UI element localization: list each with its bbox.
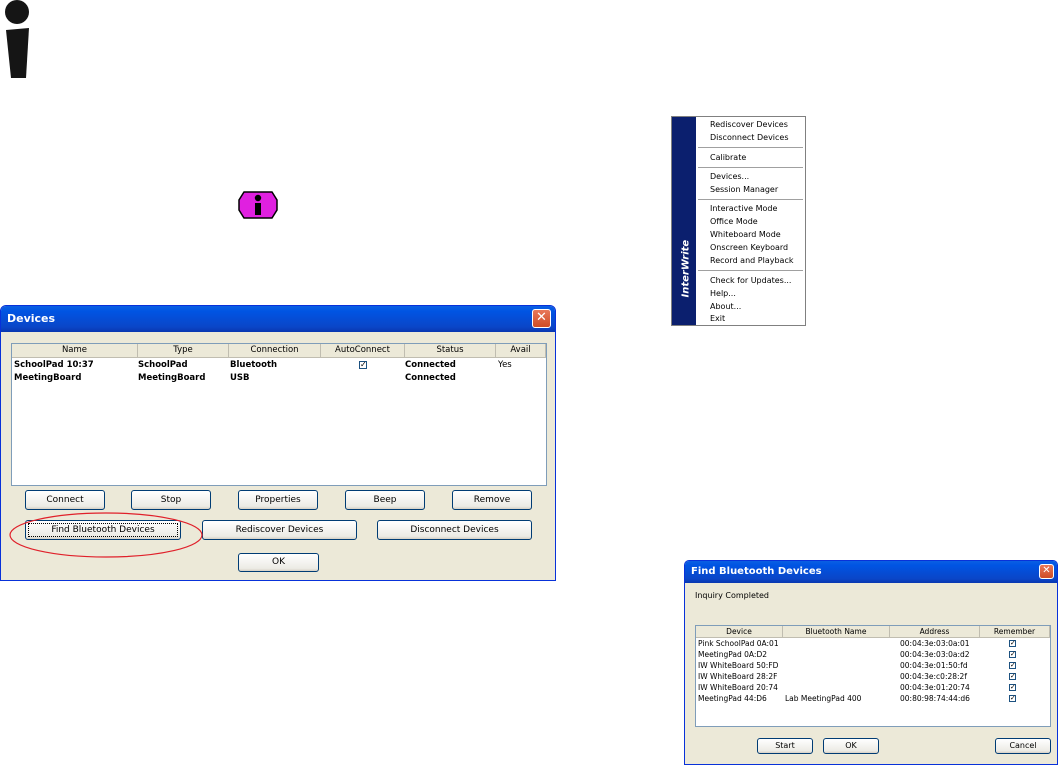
cancel-button[interactable]: Cancel [995, 738, 1051, 754]
menu-separator [698, 199, 803, 200]
inquiry-status: Inquiry Completed [695, 591, 769, 600]
info-badge-icon [238, 191, 278, 219]
remember-checkbox[interactable]: ✓ [1009, 673, 1016, 680]
menu-separator [698, 147, 803, 148]
menu-item-calibrate[interactable]: Calibrate [710, 153, 746, 162]
remove-button[interactable]: Remove [452, 490, 532, 510]
remember-checkbox[interactable]: ✓ [1009, 684, 1016, 691]
bt-address: 00:04:3e:01:20:74 [900, 683, 970, 692]
bluetooth-title: Find Bluetooth Devices [691, 566, 822, 577]
stop-button[interactable]: Stop [131, 490, 211, 510]
menu-brand-band: InterWrite [672, 117, 696, 325]
bt-name: Lab MeetingPad 400 [785, 694, 862, 703]
bt-address: 00:04:3e:03:0a:01 [900, 639, 970, 648]
remember-checkbox[interactable]: ✓ [1009, 662, 1016, 669]
highlight-ellipse [9, 512, 203, 558]
menu-item-session-manager[interactable]: Session Manager [710, 185, 778, 194]
bt-device: IW WhiteBoard 50:FD [698, 661, 779, 670]
column-header-avail[interactable]: Avail [496, 344, 546, 358]
bt-device: IW WhiteBoard 20:74 [698, 683, 778, 692]
bt-address: 00:80:98:74:44:d6 [900, 694, 970, 703]
device-name: MeetingBoard [14, 373, 82, 383]
menu-separator [698, 167, 803, 168]
bluetooth-title-bar[interactable]: Find Bluetooth Devices ✕ [685, 561, 1057, 583]
column-header-address[interactable]: Address [890, 626, 980, 638]
device-status: Connected [405, 373, 456, 383]
bt-device: Pink SchoolPad 0A:01 [698, 639, 779, 648]
menu-item-office-mode[interactable]: Office Mode [710, 217, 758, 226]
remember-checkbox[interactable]: ✓ [1009, 695, 1016, 702]
info-person-icon [5, 0, 29, 78]
beep-button[interactable]: Beep [345, 490, 425, 510]
menu-item-devices[interactable]: Devices... [710, 172, 749, 181]
column-header-remember[interactable]: Remember [980, 626, 1050, 638]
bluetooth-device-list[interactable]: Device Bluetooth Name Address Remember P… [695, 625, 1051, 727]
menu-item-whiteboard-mode[interactable]: Whiteboard Mode [710, 230, 781, 239]
menu-item-rediscover-devices[interactable]: Rediscover Devices [710, 120, 788, 129]
device-type: SchoolPad [138, 360, 188, 370]
properties-button[interactable]: Properties [238, 490, 318, 510]
bt-device: IW WhiteBoard 28:2F [698, 672, 778, 681]
device-status: Connected [405, 360, 456, 370]
close-icon[interactable]: ✕ [532, 309, 551, 328]
bt-device: MeetingPad 44:D6 [698, 694, 767, 703]
menu-item-check-for-updates[interactable]: Check for Updates... [710, 276, 791, 285]
close-icon[interactable]: ✕ [1039, 564, 1054, 579]
device-connection: Bluetooth [230, 360, 278, 370]
device-connection: USB [230, 373, 250, 383]
menu-item-interactive-mode[interactable]: Interactive Mode [710, 204, 777, 213]
bt-address: 00:04:3e:01:50:fd [900, 661, 968, 670]
bt-device: MeetingPad 0A:D2 [698, 650, 768, 659]
menu-item-about[interactable]: About... [710, 302, 741, 311]
ok-button[interactable]: OK [823, 738, 879, 754]
bt-address: 00:04:3e:03:0a:d2 [900, 650, 970, 659]
start-button[interactable]: Start [757, 738, 813, 754]
ok-button[interactable]: OK [238, 553, 319, 572]
rediscover-devices-button[interactable]: Rediscover Devices [202, 520, 357, 540]
connect-button[interactable]: Connect [25, 490, 105, 510]
column-header-bluetooth-name[interactable]: Bluetooth Name [783, 626, 890, 638]
column-header-type[interactable]: Type [138, 344, 229, 358]
menu-brand-label: InterWrite [680, 239, 692, 298]
device-type: MeetingBoard [138, 373, 206, 383]
autoconnect-checkbox[interactable]: ✓ [359, 361, 367, 369]
menu-item-disconnect-devices[interactable]: Disconnect Devices [710, 133, 789, 142]
column-header-device[interactable]: Device [696, 626, 783, 638]
menu-item-exit[interactable]: Exit [710, 314, 725, 323]
menu-item-onscreen-keyboard[interactable]: Onscreen Keyboard [710, 243, 788, 252]
interwrite-context-menu: InterWrite Rediscover Devices Disconnect… [671, 116, 806, 326]
menu-item-help[interactable]: Help... [710, 289, 736, 298]
device-name: SchoolPad 10:37 [14, 360, 94, 370]
devices-list[interactable]: Name Type Connection AutoConnect Status … [11, 343, 547, 486]
menu-item-record-and-playback[interactable]: Record and Playback [710, 256, 793, 265]
device-avail: Yes [498, 360, 512, 370]
devices-title-bar[interactable]: Devices ✕ [1, 306, 555, 332]
bt-address: 00:04:3e:c0:28:2f [900, 672, 967, 681]
column-header-connection[interactable]: Connection [229, 344, 321, 358]
devices-title: Devices [7, 312, 56, 325]
column-header-status[interactable]: Status [405, 344, 496, 358]
disconnect-devices-button[interactable]: Disconnect Devices [377, 520, 532, 540]
remember-checkbox[interactable]: ✓ [1009, 651, 1016, 658]
menu-separator [698, 270, 803, 271]
column-header-name[interactable]: Name [12, 344, 138, 358]
column-header-autoconnect[interactable]: AutoConnect [321, 344, 405, 358]
find-bluetooth-dialog: Find Bluetooth Devices ✕ Inquiry Complet… [684, 560, 1058, 765]
remember-checkbox[interactable]: ✓ [1009, 640, 1016, 647]
